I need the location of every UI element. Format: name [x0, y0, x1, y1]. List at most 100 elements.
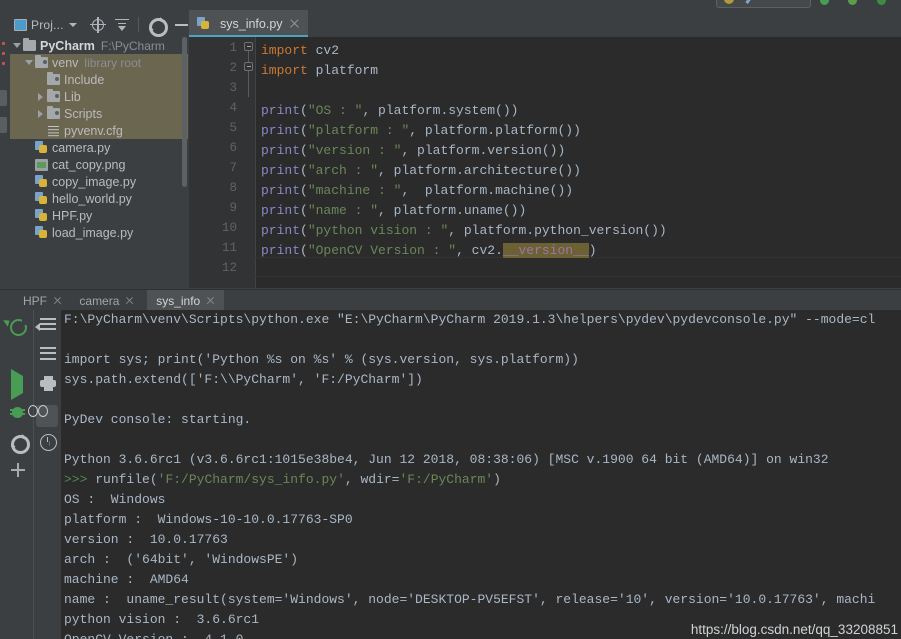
- python-file-icon: [35, 226, 48, 239]
- coverage-toolbar-icon[interactable]: [877, 0, 886, 5]
- debug-icon[interactable]: [6, 405, 28, 427]
- twisty-expanded-icon[interactable]: [24, 54, 35, 71]
- console-tab-camera[interactable]: camera: [70, 290, 143, 311]
- editor-tab-label: sys_info.py: [220, 16, 283, 31]
- locate-icon[interactable]: [89, 16, 106, 33]
- code-token: print: [261, 143, 301, 158]
- scroll-to-end-icon[interactable]: [36, 347, 58, 369]
- console-tab-bar: HPF camera sys_info: [0, 289, 901, 311]
- line-number: 10: [221, 221, 237, 235]
- code-token: (: [300, 183, 308, 198]
- debug-toolbar-icon[interactable]: [848, 0, 857, 5]
- code-line: print("OpenCV Version : ", cv2.__version…: [261, 241, 597, 261]
- project-panel-title: Proj...: [31, 17, 64, 32]
- tree-item-pyvenv-cfg[interactable]: pyvenv.cfg: [10, 122, 188, 139]
- tree-item-copy-image-py[interactable]: copy_image.py: [10, 173, 188, 190]
- line-number: 12: [221, 261, 237, 275]
- console-segment: Python 3.6.6rc1 (v3.6.6rc1:1015e38be4, J…: [64, 452, 829, 467]
- tree-item-hello-world-py[interactable]: hello_world.py: [10, 190, 188, 207]
- code-editor[interactable]: 1 2 3 4 5 6 7 8 9 10 11 12 import cv2 import platfor…: [189, 37, 901, 288]
- console-output[interactable]: F:\PyCharm\venv\Scripts\python.exe "E:\P…: [61, 310, 901, 639]
- left-tool-tab[interactable]: [0, 90, 7, 106]
- code-line: print("python vision : ", platform.pytho…: [261, 221, 667, 241]
- gear-icon[interactable]: [148, 17, 163, 33]
- python-file-icon: [35, 141, 48, 154]
- pycharm-window: Proj... PyCharm F:\PyCharm venv library roo…: [0, 0, 901, 639]
- console-toolbar-right: [33, 310, 61, 639]
- code-token: print: [261, 103, 301, 118]
- folder-icon: [23, 37, 36, 51]
- hide-icon[interactable]: [174, 23, 188, 26]
- code-token: , platform.uname()): [378, 203, 527, 218]
- code-token: platform: [307, 63, 379, 78]
- console-line: platform : Windows-10-10.0.17763-SP0: [64, 512, 353, 527]
- line-number: 4: [229, 101, 237, 115]
- line-number: 9: [229, 201, 237, 215]
- tree-item-camera-py[interactable]: camera.py: [10, 139, 188, 156]
- code-token: print: [261, 243, 301, 258]
- tree-item-include[interactable]: Include: [10, 71, 188, 88]
- print-icon[interactable]: [36, 376, 58, 398]
- code-token: (: [300, 243, 308, 258]
- chevron-down-icon: [68, 22, 77, 27]
- settings-icon[interactable]: [6, 434, 28, 456]
- editor-gutter[interactable]: 1 2 3 4 5 6 7 8 9 10 11 12: [189, 37, 255, 288]
- use-console-icon[interactable]: [36, 405, 58, 427]
- project-tree-scrollbar[interactable]: [182, 37, 187, 187]
- console-toolbar-left: [0, 310, 33, 639]
- close-icon[interactable]: [289, 18, 300, 29]
- rerun-icon[interactable]: [6, 318, 28, 340]
- library-folder-icon: [47, 71, 60, 85]
- project-tree[interactable]: PyCharm F:\PyCharm venv library root Include…: [10, 37, 188, 288]
- line-number: 2: [229, 61, 237, 75]
- project-view-selector[interactable]: Proj...: [10, 18, 81, 32]
- code-line: print("version : ", platform.version()): [261, 141, 565, 161]
- code-line: print("arch : ", platform.architecture()…: [261, 161, 581, 181]
- close-icon[interactable]: [125, 296, 134, 305]
- code-line: print("name : ", platform.uname()): [261, 201, 526, 221]
- console-segment: version : 10.0.17763: [64, 532, 228, 547]
- history-icon[interactable]: [36, 434, 58, 456]
- twisty-collapsed-icon[interactable]: [36, 88, 47, 105]
- code-line: import platform: [261, 61, 378, 81]
- code-token: print: [261, 223, 301, 238]
- run-icon[interactable]: [6, 369, 28, 400]
- tree-item-pycharm[interactable]: PyCharm F:\PyCharm: [10, 37, 188, 54]
- library-folder-icon: [47, 105, 60, 119]
- line-number: 6: [229, 141, 237, 155]
- left-tool-tab[interactable]: [0, 117, 7, 133]
- tree-item-venv[interactable]: venv library root: [10, 54, 188, 71]
- close-icon[interactable]: [53, 296, 62, 305]
- console-tab-hpf[interactable]: HPF: [14, 290, 71, 311]
- console-tab-sys_info[interactable]: sys_info: [147, 290, 225, 311]
- console-segment: 'F:/PyCharm': [399, 472, 494, 487]
- library-folder-icon: [35, 54, 48, 68]
- fold-marker-icon[interactable]: [244, 62, 253, 71]
- editor-tab-sys-info[interactable]: sys_info.py: [189, 10, 308, 37]
- tree-item-lib[interactable]: Lib: [10, 88, 188, 105]
- code-token: , platform.platform()): [409, 123, 581, 138]
- console-segment: machine : AMD64: [64, 572, 189, 587]
- tree-item-hpf-py[interactable]: HPF.py: [10, 207, 188, 224]
- code-token: "OpenCV Version : ": [307, 243, 457, 258]
- twisty-collapsed-icon[interactable]: [36, 105, 47, 122]
- python-file-icon: [35, 192, 48, 205]
- run-toolbar-icon[interactable]: [820, 0, 829, 5]
- code-token: "name : ": [307, 203, 379, 218]
- console-line: python vision : 3.6.6rc1: [64, 612, 259, 627]
- tree-item-scripts[interactable]: Scripts: [10, 105, 188, 122]
- tree-item-load-image-py[interactable]: load_image.py: [10, 224, 188, 241]
- console-tab-label: camera: [79, 293, 120, 308]
- soft-wrap-icon[interactable]: [36, 318, 58, 340]
- fold-marker-icon[interactable]: [244, 42, 253, 51]
- stop-icon[interactable]: [6, 347, 28, 369]
- console-line: OpenCV Version : 4.1.0: [64, 632, 243, 639]
- twisty-expanded-icon[interactable]: [12, 37, 23, 54]
- close-icon[interactable]: [206, 296, 215, 305]
- add-icon[interactable]: [6, 463, 28, 485]
- editor-tab-bar: sys_info.py: [189, 10, 901, 37]
- tree-item-cat-copy-png[interactable]: cat_copy.png: [10, 156, 188, 173]
- collapse-all-icon[interactable]: [114, 17, 130, 33]
- library-folder-icon: [47, 88, 60, 102]
- console-line: arch : ('64bit', 'WindowsPE'): [64, 552, 298, 567]
